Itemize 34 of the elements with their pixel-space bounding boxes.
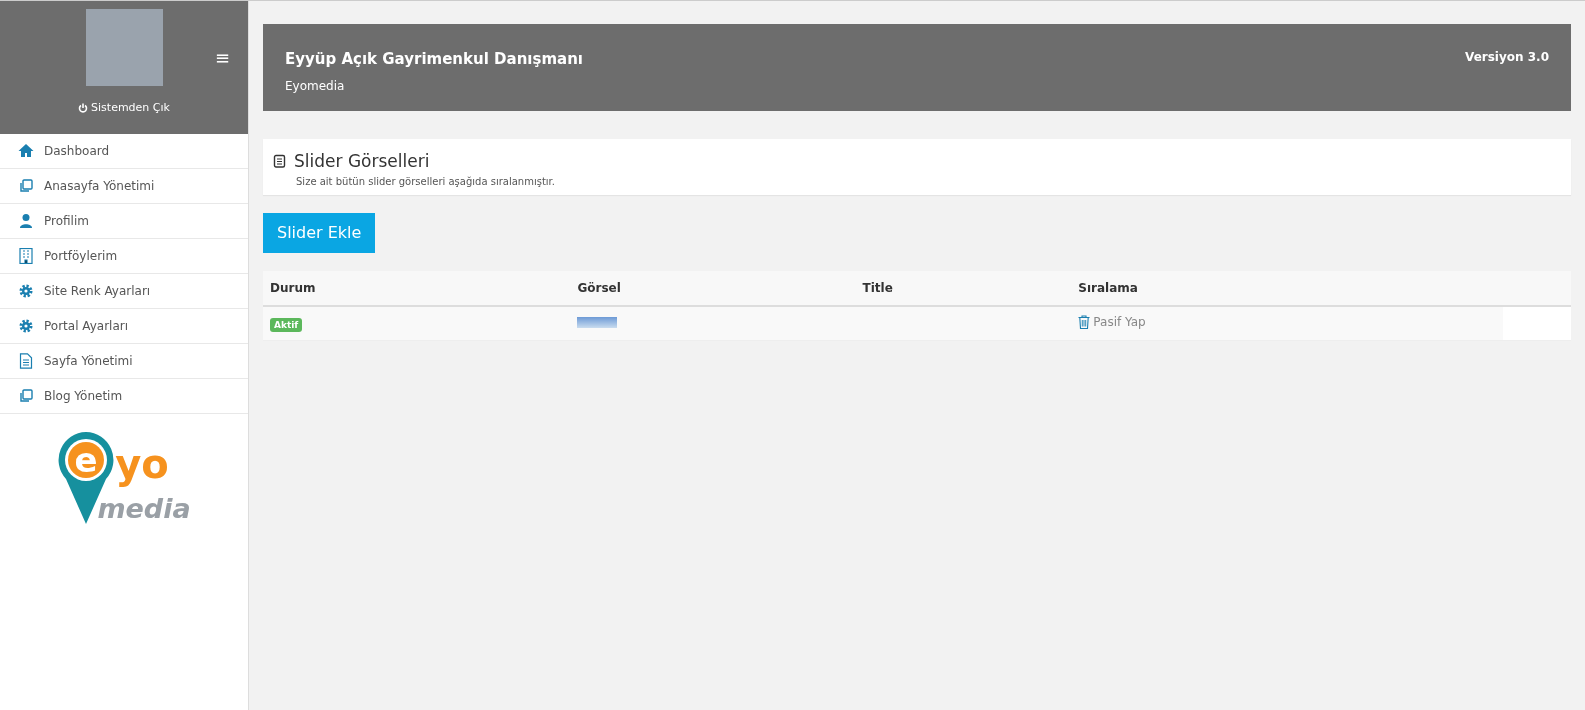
menu-toggle[interactable]: ≡ [214, 49, 230, 67]
sidebar-item[interactable]: Site Renk Ayarları [0, 274, 248, 309]
site-subtitle: Eyomedia [285, 77, 346, 95]
gear-icon [18, 318, 34, 334]
clipboard-icon [273, 154, 286, 169]
gear-icon [18, 283, 34, 299]
document-icon [18, 353, 34, 369]
sidebar-item[interactable]: Portföylerim [0, 239, 248, 274]
logout-link[interactable]: Sistemden Çık [78, 100, 170, 117]
column-header: Durum [263, 271, 571, 306]
site-title: Eyyüp Açık Gayrimenkul Danışmanı [285, 49, 583, 70]
column-header: Sıralama [1071, 271, 1503, 306]
sidebar-item[interactable]: Portal Ayarları [0, 309, 248, 344]
column-header: Görsel [570, 271, 856, 306]
company-logo: e yo media [56, 430, 192, 526]
trash-icon [1078, 315, 1091, 329]
copy-icon [18, 178, 34, 194]
version-label: Versiyon 3.0 [1465, 49, 1549, 66]
status-badge: Aktif [270, 317, 303, 332]
slider-thumbnail [577, 316, 618, 328]
sidebar-item[interactable]: Sayfa Yönetimi [0, 344, 248, 379]
panel-title: Slider Görselleri [294, 149, 430, 173]
copy-icon [18, 388, 34, 404]
user-icon [18, 213, 34, 229]
building-icon [18, 248, 34, 264]
panel-description: Size ait bütün slider görselleri aşağıda sıralanmıştır. [296, 175, 556, 189]
sidebar-item[interactable]: Profilim [0, 204, 248, 239]
home-icon [18, 143, 34, 159]
sidebar-item[interactable]: Dashboard [0, 134, 248, 169]
sidebar-item[interactable]: Blog Yönetim [0, 379, 248, 414]
power-icon [78, 103, 89, 114]
sidebar-item[interactable]: Anasayfa Yönetimi [0, 169, 248, 204]
deactivate-link[interactable]: Pasif Yap [1078, 313, 1146, 331]
column-header: Title [855, 271, 1072, 306]
